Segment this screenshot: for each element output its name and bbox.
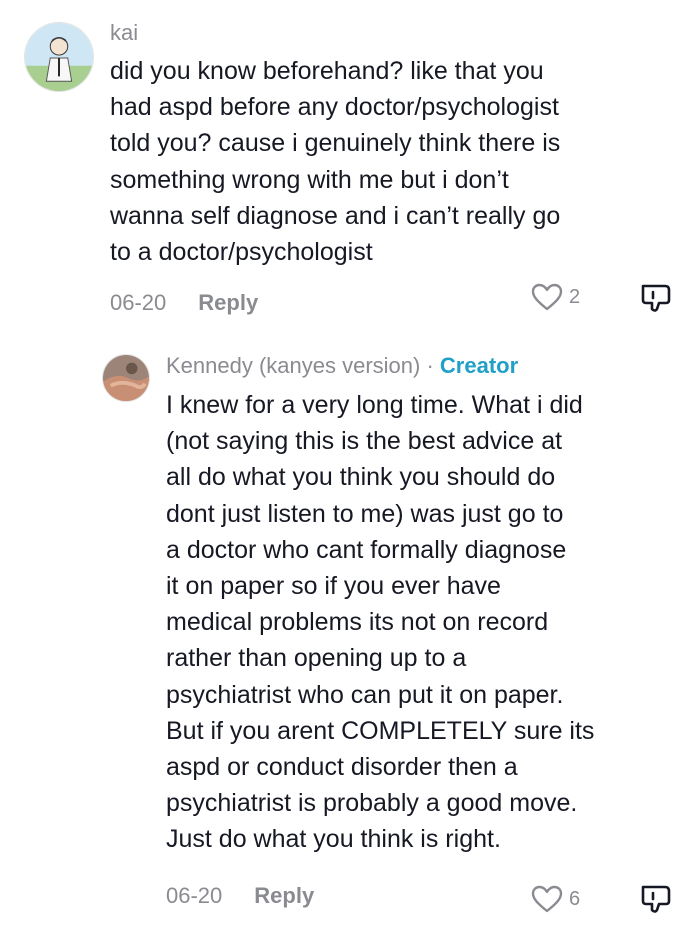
comment-text: did you know beforehand? like that you h… bbox=[110, 53, 560, 270]
comment-text-line: did you know beforehand? like that you bbox=[110, 57, 544, 85]
comment-text-line: rather than opening up to a bbox=[166, 644, 467, 673]
separator: · bbox=[420, 353, 440, 378]
thumbs-down-icon bbox=[641, 284, 671, 312]
user-avatar-icon[interactable] bbox=[24, 22, 94, 92]
comment-meta: 06-20 Reply bbox=[166, 883, 314, 909]
comment-text-line: a doctor who cant formally diagnose bbox=[166, 535, 567, 564]
comment-text-line: had aspd before any doctor/psychologist bbox=[110, 93, 559, 122]
comment-text-line: (not saying this is the best advice at bbox=[166, 427, 563, 456]
like-count: 2 bbox=[569, 285, 581, 308]
reply-button[interactable]: Reply bbox=[198, 290, 258, 316]
comment-text-line: told you? cause i genuinely think there … bbox=[110, 129, 561, 158]
thumbs-down-icon bbox=[641, 885, 671, 913]
like-button[interactable]: 2 bbox=[530, 282, 580, 312]
comment-text-line: But if you arent COMPLETELY sure its bbox=[166, 716, 595, 745]
comment-text-line: wanna self diagnose and i can’t really g… bbox=[110, 201, 561, 230]
comments-thread: kai did you know beforehand? like that y… bbox=[0, 0, 700, 935]
comment-meta: 06-20 Reply bbox=[110, 290, 258, 316]
dislike-button[interactable] bbox=[638, 283, 672, 313]
heart-outline-icon bbox=[531, 885, 563, 913]
comment-text-line: Just do what you think is right. bbox=[166, 825, 501, 854]
like-button[interactable]: 6 bbox=[530, 884, 580, 914]
reply-button[interactable]: Reply bbox=[254, 883, 314, 909]
comment-text-line: something wrong with me but i don’t bbox=[110, 165, 509, 194]
comment-username[interactable]: Kennedy (kanyes version) bbox=[166, 353, 420, 378]
comment-username[interactable]: kai bbox=[110, 20, 138, 46]
comment-username-row: Kennedy (kanyes version) · Creator bbox=[166, 353, 518, 379]
comment-text-line: psychiatrist who can put it on paper. bbox=[166, 680, 564, 709]
creator-badge: Creator bbox=[439, 353, 519, 378]
comment-date: 06-20 bbox=[166, 883, 223, 908]
comment-text-line: aspd or conduct disorder then a bbox=[166, 753, 518, 782]
heart-outline-icon bbox=[531, 283, 563, 311]
comment-text-line: dont just listen to me) was just go to bbox=[166, 499, 564, 528]
comment-text-line: it on paper so if you ever have bbox=[166, 572, 501, 601]
comment-text-line: all do what you think you should do bbox=[166, 463, 556, 492]
like-count: 6 bbox=[569, 887, 581, 910]
comment-date: 06-20 bbox=[110, 290, 167, 315]
dislike-button[interactable] bbox=[638, 884, 672, 914]
comment-text-line: medical problems its not on record bbox=[166, 608, 549, 637]
comment-text-line: psychiatrist is probably a good move. bbox=[166, 789, 578, 818]
comment-text-line: to a doctor/psychologist bbox=[110, 238, 373, 267]
comment-text: I knew for a very long time. What i did … bbox=[166, 387, 594, 858]
comment-text-line: I knew for a very long time. What i did bbox=[166, 391, 583, 419]
user-avatar-icon[interactable] bbox=[102, 354, 150, 402]
